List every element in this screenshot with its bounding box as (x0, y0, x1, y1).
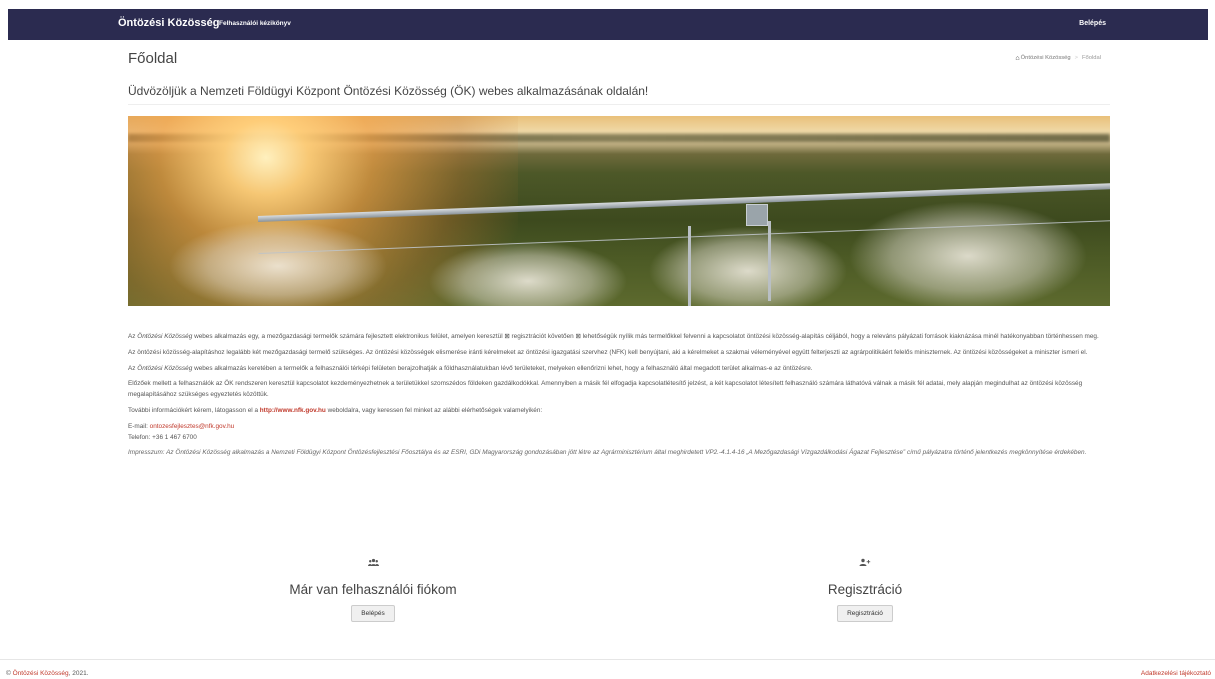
registration-section: Regisztráció Regisztráció (620, 558, 1110, 622)
footer-divider (0, 659, 1215, 660)
footer-copyright: © Öntözési Közösség, 2021. (6, 670, 89, 677)
paragraph: Az Öntözési Közösség webes alkalmazás eg… (128, 333, 1099, 340)
welcome-heading: Üdvözöljük a Nemzeti Földügyi Központ Ön… (128, 84, 649, 98)
nfk-website-link[interactable]: http://www.nfk.gov.hu (260, 407, 326, 414)
home-icon: ⌂ (1015, 55, 1020, 62)
user-plus-icon (620, 558, 1110, 570)
paragraph: További információkért kérem, látogasson… (128, 406, 543, 414)
user-manual-link[interactable]: Felhasználói kézikönyv (219, 20, 291, 27)
hero-tower (768, 221, 771, 301)
existing-account-section: Már van felhasználói fiókom Belépés (128, 558, 618, 622)
registration-heading: Regisztráció (827, 582, 903, 597)
hero-control-box (746, 204, 768, 226)
contact-block: E-mail: ontozesfejlesztes@nfk.gov.hu Tele… (128, 422, 235, 441)
register-button[interactable]: Regisztráció (837, 605, 893, 622)
paragraph: Az Öntözési Közösség webes alkalmazás ke… (128, 364, 813, 372)
login-button[interactable]: Belépés (351, 605, 395, 622)
hero-image (128, 116, 1110, 306)
impressum-text: Impresszum: Az Öntözési Közösség alkalma… (128, 449, 1087, 457)
hero-tower (688, 226, 691, 306)
footer-home-link[interactable]: Öntözési Közösség (13, 670, 69, 677)
hero-spray (648, 226, 848, 306)
breadcrumb-separator: > (1074, 55, 1078, 61)
email-link[interactable]: ontozesfejlesztes@nfk.gov.hu (150, 423, 235, 430)
breadcrumb-current: Főoldal (1081, 55, 1101, 61)
top-navbar: Öntözési Közösség Felhasználói kézikönyv… (8, 9, 1208, 40)
paragraph: Előzőek mellett a felhasználók az ÖK ren… (128, 380, 1083, 399)
brand-link[interactable]: Öntözési Közösség (118, 17, 219, 29)
page-title: Főoldal (128, 50, 178, 67)
paragraph: Az öntözési közösség-alapításhoz legaláb… (128, 348, 1088, 356)
phone-text: Telefon: +36 1 467 6700 (128, 433, 197, 441)
divider (128, 104, 1110, 105)
breadcrumb-home[interactable]: Öntözési Közösség (1021, 55, 1071, 61)
nav-login-link[interactable]: Belépés (1079, 20, 1106, 27)
intro-text: Az Öntözési Közösség webes alkalmazás eg… (128, 332, 1110, 464)
users-icon (128, 558, 618, 570)
privacy-policy-link[interactable]: Adatkezelési tájékoztató (1141, 670, 1211, 677)
breadcrumb: ⌂Öntözési Közösség > Főoldal (1015, 55, 1101, 62)
existing-account-heading: Már van felhasználói fiókom (289, 582, 457, 597)
